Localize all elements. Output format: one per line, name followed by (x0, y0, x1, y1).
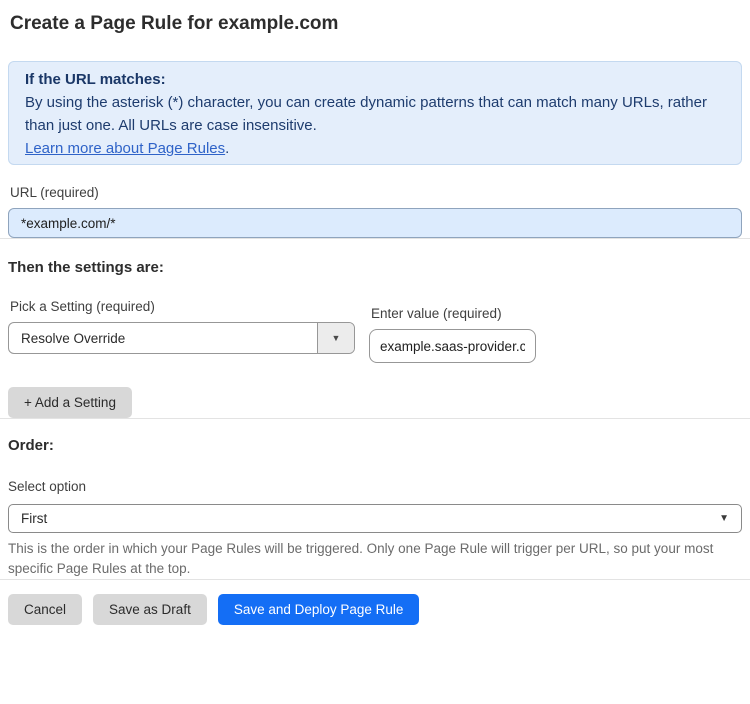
info-box-heading: If the URL matches: (25, 71, 166, 88)
setting-select-column: Pick a Setting (required) Resolve Overri… (8, 299, 355, 354)
save-deploy-button[interactable]: Save and Deploy Page Rule (217, 594, 420, 625)
order-select-value: First (21, 511, 48, 526)
divider (0, 418, 750, 419)
info-box-link-line: Learn more about Page Rules. (25, 137, 725, 160)
url-match-info-box: If the URL matches: By using the asteris… (8, 61, 742, 165)
setting-select-label: Pick a Setting (required) (10, 299, 155, 314)
add-setting-button[interactable]: + Add a Setting (8, 387, 132, 418)
order-help-text: This is the order in which your Page Rul… (8, 541, 714, 576)
save-draft-button[interactable]: Save as Draft (93, 594, 207, 625)
link-suffix: . (225, 140, 230, 157)
setting-select[interactable]: Resolve Override ▼ (8, 322, 355, 354)
info-box-body: By using the asterisk (*) character, you… (25, 94, 707, 134)
chevron-down-icon: ▼ (719, 513, 729, 524)
divider (0, 238, 750, 239)
url-input[interactable] (8, 208, 742, 238)
settings-section-heading: Then the settings are: (8, 259, 164, 276)
url-field-label: URL (required) (10, 185, 99, 200)
cancel-button[interactable]: Cancel (8, 594, 83, 625)
setting-value-input[interactable] (369, 329, 536, 363)
divider (0, 579, 750, 580)
setting-value-label: Enter value (required) (371, 306, 502, 321)
setting-select-value: Resolve Override (21, 330, 126, 346)
footer-button-row: Cancel Save as Draft Save and Deploy Pag… (8, 594, 742, 625)
page-title: Create a Page Rule for example.com (10, 13, 339, 34)
order-select[interactable]: First ▼ (8, 504, 742, 533)
setting-value-column: Enter value (required) (369, 306, 536, 363)
order-section-heading: Order: (8, 437, 54, 454)
chevron-down-icon[interactable]: ▼ (317, 323, 354, 353)
order-select-label: Select option (8, 479, 87, 494)
learn-more-link[interactable]: Learn more about Page Rules (25, 140, 225, 157)
settings-row: Pick a Setting (required) Resolve Overri… (8, 299, 742, 363)
